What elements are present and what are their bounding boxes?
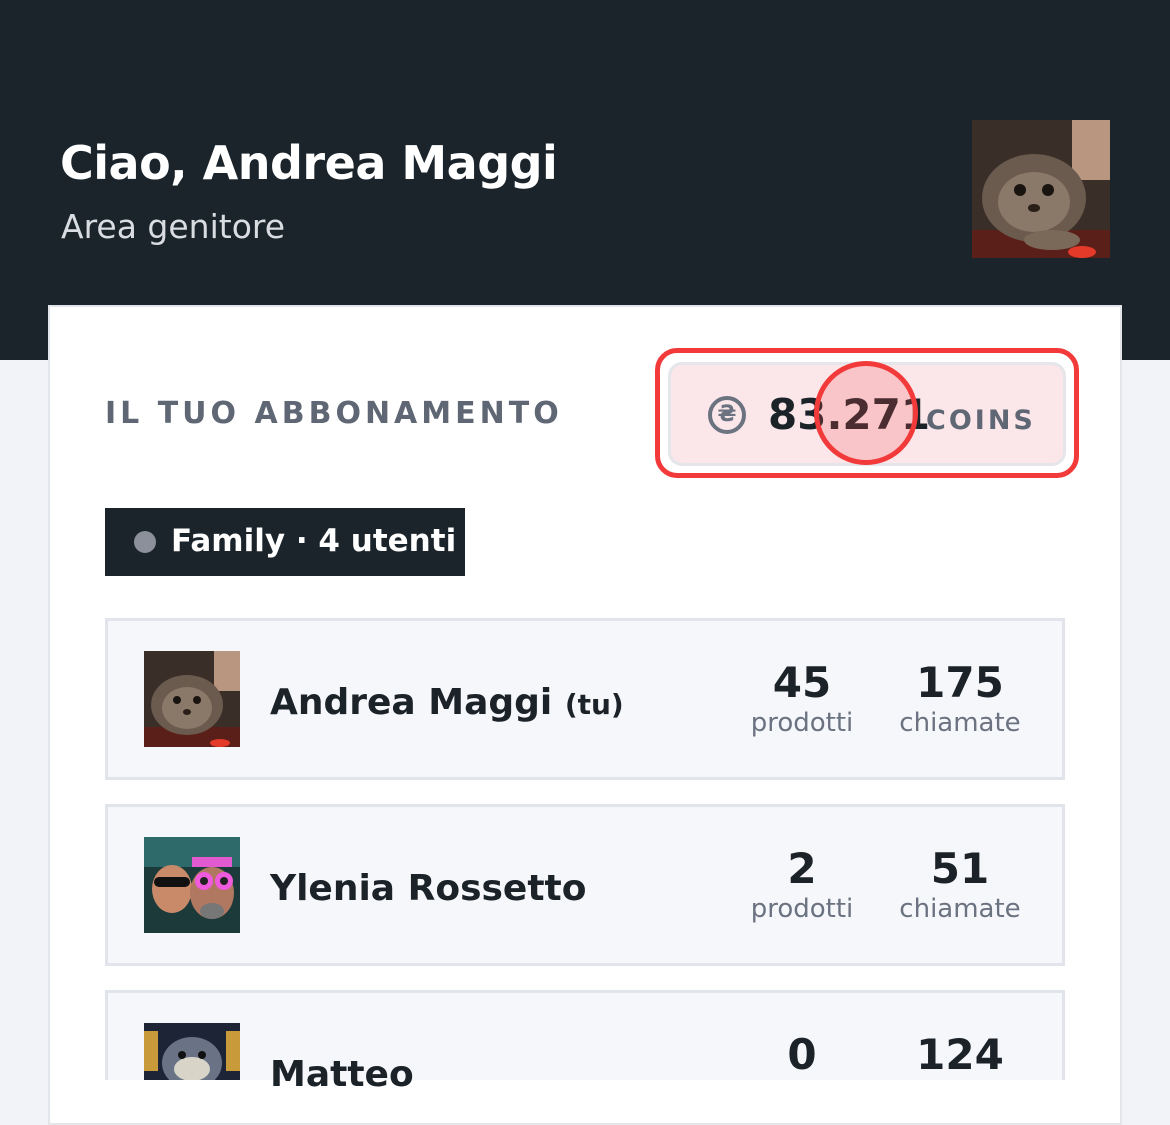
member-avatar xyxy=(144,1023,240,1080)
products-count: 0 xyxy=(787,1030,817,1079)
area-subtitle: Area genitore xyxy=(61,207,286,246)
plan-label: Family · 4 utenti xyxy=(171,523,457,559)
products-label: prodotti xyxy=(750,708,854,738)
member-name-text: Matteo xyxy=(270,1054,414,1095)
you-tag: (tu) xyxy=(564,688,624,721)
member-avatar xyxy=(144,837,240,933)
greeting-title: Ciao, Andrea Maggi xyxy=(60,136,558,190)
member-name-text: Andrea Maggi xyxy=(270,682,553,723)
profile-avatar[interactable] xyxy=(972,120,1110,258)
member-name: Matteo xyxy=(270,1054,414,1095)
plan-status-dot xyxy=(134,531,156,553)
member-name: Ylenia Rossetto xyxy=(270,868,587,909)
couple-photo-avatar-icon xyxy=(144,837,240,933)
calls-label: chiamate xyxy=(899,708,1021,738)
products-count: 45 xyxy=(772,658,832,707)
cat-avatar-icon xyxy=(144,651,240,747)
calls-count: 124 xyxy=(916,1030,1004,1079)
subscription-title: IL TUO ABBONAMENTO xyxy=(105,396,563,431)
products-label: prodotti xyxy=(750,894,854,924)
cat-avatar-icon xyxy=(972,120,1110,258)
bulldog-avatar-icon xyxy=(144,1023,240,1080)
member-name-text: Ylenia Rossetto xyxy=(270,868,587,909)
calls-label: chiamate xyxy=(899,894,1021,924)
member-avatar xyxy=(144,651,240,747)
products-count: 2 xyxy=(787,844,817,893)
coins-highlight-frame xyxy=(655,348,1079,478)
calls-count: 175 xyxy=(916,658,1004,707)
member-name: Andrea Maggi (tu) xyxy=(270,682,624,723)
calls-count: 51 xyxy=(930,844,990,893)
